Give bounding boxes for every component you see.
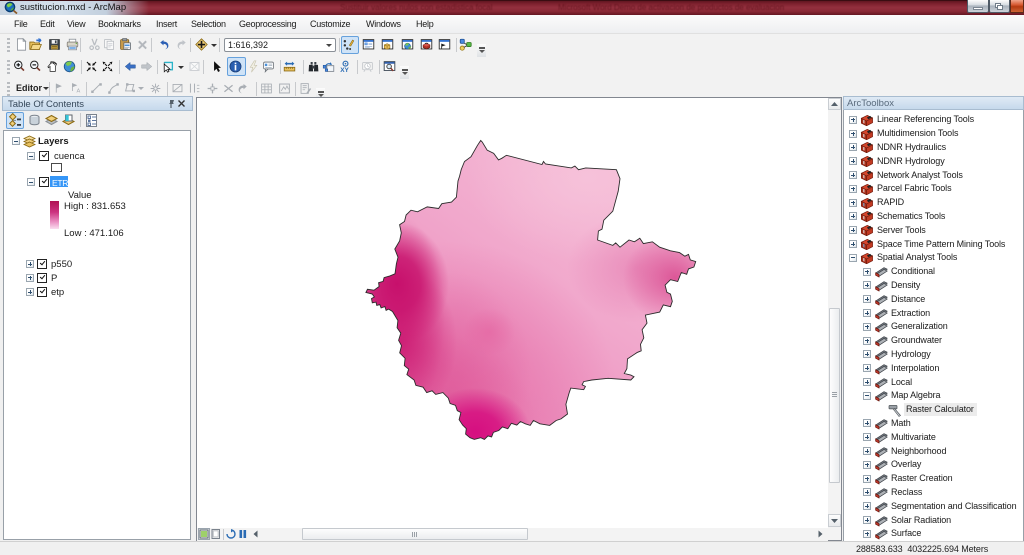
svg-text:XY: XY [340,67,349,73]
svg-text:A: A [77,89,81,95]
